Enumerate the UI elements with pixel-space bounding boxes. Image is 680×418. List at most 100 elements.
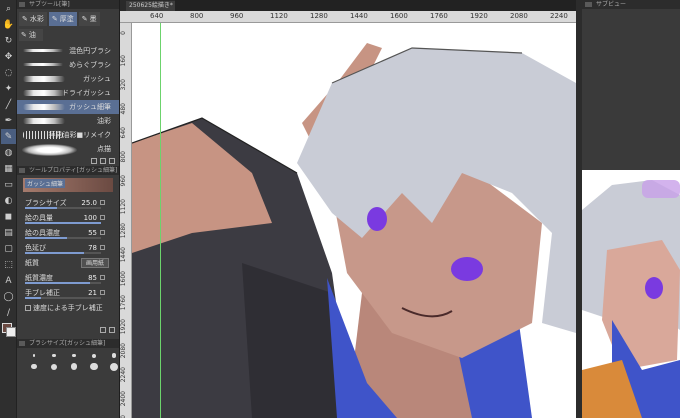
property-slider[interactable] [25,222,101,224]
rotate-icon[interactable]: ↻ [1,33,16,48]
brush-item[interactable]: ガッシュ細筆 [17,100,119,114]
sub-tool-group-tab[interactable]: ✎ 厚塗 [48,12,77,26]
brush-size-preset[interactable] [25,362,43,371]
property-row[interactable]: 色延び 78 [17,240,119,255]
stabilization-slider-fill [25,297,41,299]
eraser-icon[interactable]: ▭ [1,177,16,192]
brush-item[interactable]: 油彩 [17,114,119,128]
sub-tool-group-tabs: ✎ 水彩 ✎ 厚塗 ✎ 墨 [17,9,119,26]
property-slider[interactable] [25,237,101,239]
horizontal-ruler[interactable]: 640 800 960 1120 1280 1440 1600 1760 1920 2080 224… [120,11,648,23]
brush-item[interactable]: ガッシュ [17,72,119,86]
line-icon[interactable]: ∕ [1,305,16,320]
brush-item[interactable]: 拝見油彩■リメイク [17,128,119,142]
sub-color-swatch[interactable] [6,327,16,337]
stabilization-stepper[interactable] [100,290,105,295]
brush-item[interactable]: 点描 [17,142,119,156]
panel-menu-icon[interactable] [19,2,25,7]
reset-icon[interactable] [109,327,115,333]
brush-size-preset[interactable] [85,351,103,360]
app-window: ⌕ ✋ ↻ ✥ ◌ ✦ ╱ ✒ ✎ ◍ ▦ ▭ ◐ ◼ ▤ ▢ ⬚ A ◯ ∕ サブツール[筆] ✎ 水彩 ✎ 厚塗 ✎ 墨 ✎… [0,0,680,418]
vertical-ruler[interactable]: 0 160 320 480 640 800 960 1120 1280 1440 1600 1760 1… [120,23,132,418]
new-sub-tool-icon[interactable] [100,158,106,164]
size-dot [70,363,78,370]
speed-stabilize-checkbox[interactable] [25,304,31,311]
frame-icon[interactable]: ⬚ [1,257,16,272]
stabilization-label: 手ブレ補正 [25,288,60,297]
ruler-tick: 960 [120,175,127,187]
airbrush-icon[interactable]: ◍ [1,145,16,160]
ruler-tick: 1440 [350,12,368,20]
tool-property-title-text: ツールプロパティ[ガッシュ細筆] [29,167,118,174]
ruler-tick: 2080 [510,12,528,20]
brush-size-preset[interactable] [45,362,63,371]
sub-tool-group-tab[interactable]: ✎ 墨 [78,12,100,26]
property-stepper[interactable] [100,200,105,205]
speed-stabilize-row[interactable]: 速度による手ブレ補正 [17,300,119,315]
panel-menu-icon[interactable] [585,2,592,7]
figure-icon[interactable]: ▢ [1,241,16,256]
property-row[interactable]: 絵の具濃度 55 [17,225,119,240]
balloon-icon[interactable]: ◯ [1,289,16,304]
pen-icon[interactable]: ✒ [1,113,16,128]
paper-density-row[interactable]: 紙質濃度 85 [17,270,119,285]
stabilization-row[interactable]: 手ブレ補正 21 [17,285,119,300]
left-eye [367,207,387,231]
property-stepper[interactable] [100,230,105,235]
brush-stroke-preview [22,144,77,156]
canvas[interactable] [132,23,576,418]
brush-icon[interactable]: ✎ [1,129,16,144]
paper-texture-button[interactable]: 画用紙 [81,257,110,268]
panel-menu-icon[interactable] [19,341,25,346]
eyedropper-icon[interactable]: ╱ [1,97,16,112]
property-row[interactable]: 絵の具量 100 [17,210,119,225]
panel-menu-icon[interactable] [19,168,25,173]
brush-size-preset[interactable] [65,362,83,371]
ruler-tick: 320 [120,79,127,91]
wand-icon[interactable]: ✦ [1,81,16,96]
delete-sub-tool-icon[interactable] [109,158,115,164]
sub-tool-panel: サブツール[筆] ✎ 水彩 ✎ 厚塗 ✎ 墨 ✎ 油 混色円ブラシ めらぐブラシ ガッシュ ドライ… [17,0,120,418]
property-stepper[interactable] [100,215,105,220]
property-stepper[interactable] [100,245,105,250]
sub-tool-group-tab[interactable]: ✎ 水彩 [19,12,47,26]
paper-density-stepper[interactable] [100,275,105,280]
copy-sub-tool-icon[interactable] [91,158,97,164]
ruler-tick: 1920 [120,319,127,335]
tool-property-list: ブラシサイズ 25.0 絵の具量 100 絵の具濃度 55 色延び 78 [17,195,119,255]
brush-size-preset[interactable] [85,362,103,371]
paper-density-slider[interactable] [25,282,101,284]
property-slider[interactable] [25,252,101,254]
decoration-icon[interactable]: ▦ [1,161,16,176]
fill-icon[interactable]: ◼ [1,209,16,224]
brush-label: 点描 [97,145,111,153]
brush-size-preset[interactable] [25,351,43,360]
brush-stroke-preview [23,76,65,82]
stabilization-slider[interactable] [25,297,101,299]
gradient-icon[interactable]: ▤ [1,225,16,240]
brush-item[interactable]: めらぐブラシ [17,58,119,72]
size-dot [72,353,76,358]
move-icon[interactable]: ✥ [1,49,16,64]
size-dot [110,362,118,371]
property-slider[interactable] [25,207,101,209]
brush-size-preset[interactable] [45,351,63,360]
sub-tool-panel-title: サブツール[筆] [17,0,119,9]
stabilization-value: 21 [88,288,97,297]
sub-tool-group-tab-oil[interactable]: ✎ 油 [19,29,43,41]
property-slider-fill [25,207,57,209]
lasso-icon[interactable]: ◌ [1,65,16,80]
hand-icon[interactable]: ✋ [1,17,16,32]
text-icon[interactable]: A [1,273,16,288]
brush-item[interactable]: ドライガッシュ [17,86,119,100]
property-row[interactable]: ブラシサイズ 25.0 [17,195,119,210]
wrench-icon[interactable] [100,327,106,333]
blend-icon[interactable]: ◐ [1,193,16,208]
magnifier-icon[interactable]: ⌕ [1,1,16,16]
sub-view-title: サブビュー [582,0,680,9]
brush-item[interactable]: 混色円ブラシ [17,44,119,58]
artwork-illustration [132,43,576,418]
property-label: ブラシサイズ [25,198,67,207]
sub-view-reference-image[interactable] [582,170,680,418]
brush-size-preset[interactable] [65,351,83,360]
